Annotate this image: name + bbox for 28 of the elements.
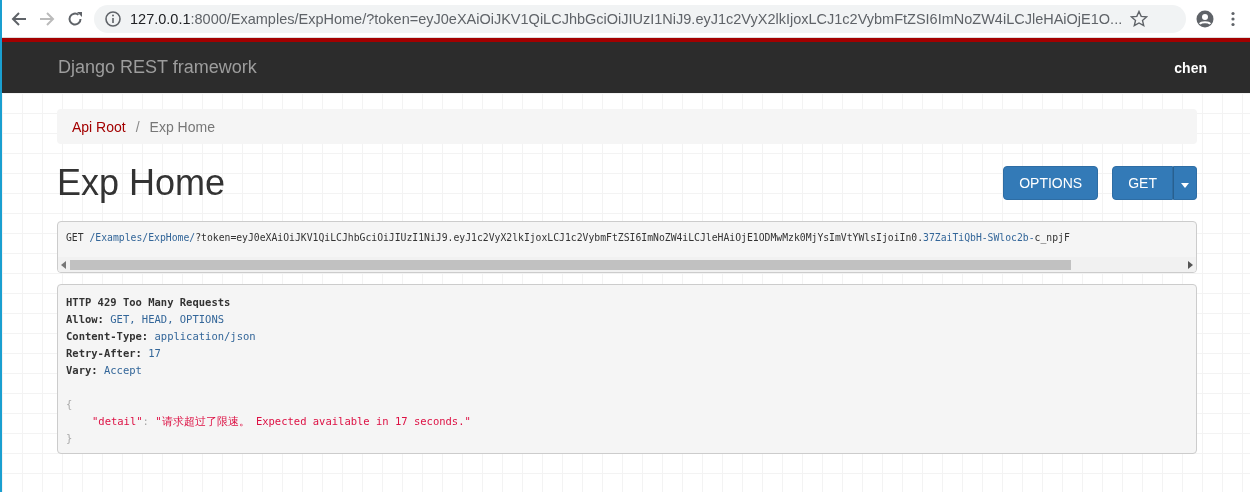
- url-text: 127.0.0.1:8000/Examples/ExpHome/?token=eyJ0eXAiOiJKV1QiLCJhbGciOiJIUzI1NiJ9.eyJ1c2VyX2lkIjoxLCJ1c2VybmFtZSI6ImNoZW4iLCJleHAiOjE1O...: [130, 10, 1123, 27]
- header-line: Vary: Accept: [66, 363, 143, 378]
- user-name[interactable]: chen: [1174, 59, 1207, 76]
- breadcrumb-link[interactable]: Api Root: [72, 118, 126, 135]
- json-line: "detail": "请求超过了限速。 Expected available in 17 seconds.": [91, 414, 472, 429]
- request-line: GET /Examples/ExpHome/?token=eyJ0eXAiOiJKV1QiLCJhbGciOiJIUzI1NiJ9.eyJ1c2VyX2lkIjoxLCJ1c2VybmFtZSI6ImNoZW4iLCJleHAiOjE1ODMwMzk0MjYsImVtYWlsIjoiIn0.37ZaiTiQbH-SWloc2b-c_npjF: [65, 231, 1071, 243]
- status-line: HTTP 429 Too Many Requests: [66, 295, 232, 310]
- brand-title[interactable]: Django REST framework: [58, 57, 257, 78]
- star-icon[interactable]: [1130, 9, 1149, 28]
- get-button[interactable]: GET: [1112, 166, 1173, 200]
- header-line: Content-Type: application/json: [66, 329, 257, 344]
- reload-icon[interactable]: [66, 9, 84, 28]
- address-bar[interactable]: 127.0.0.1:8000/Examples/ExpHome/?token=eyJ0eXAiOiJKV1QiLCJhbGciOiJIUzI1NiJ9.eyJ1c2VyX2lkIjoxLCJ1c2VybmFtZSI6ImNoZW4iLCJleHAiOjE1O...: [94, 4, 1186, 33]
- options-button[interactable]: OPTIONS: [1003, 166, 1099, 200]
- header-line: Retry-After: 17: [66, 346, 162, 361]
- back-arrow-icon[interactable]: [10, 9, 28, 28]
- page-title: Exp Home: [57, 162, 226, 204]
- breadcrumb-separator: /: [134, 118, 141, 135]
- json-brace: {: [66, 397, 74, 412]
- dropdown-toggle[interactable]: [1173, 166, 1197, 200]
- header-line: Allow: GET, HEAD, OPTIONS: [66, 312, 226, 327]
- caret-icon: [1181, 183, 1189, 188]
- json-brace: }: [66, 431, 74, 446]
- info-icon: [104, 9, 122, 28]
- scroll-right-icon[interactable]: [1187, 260, 1193, 269]
- account-icon[interactable]: [1196, 9, 1214, 28]
- scroll-left-icon[interactable]: [61, 260, 67, 269]
- breadcrumb-current: Exp Home: [149, 118, 215, 135]
